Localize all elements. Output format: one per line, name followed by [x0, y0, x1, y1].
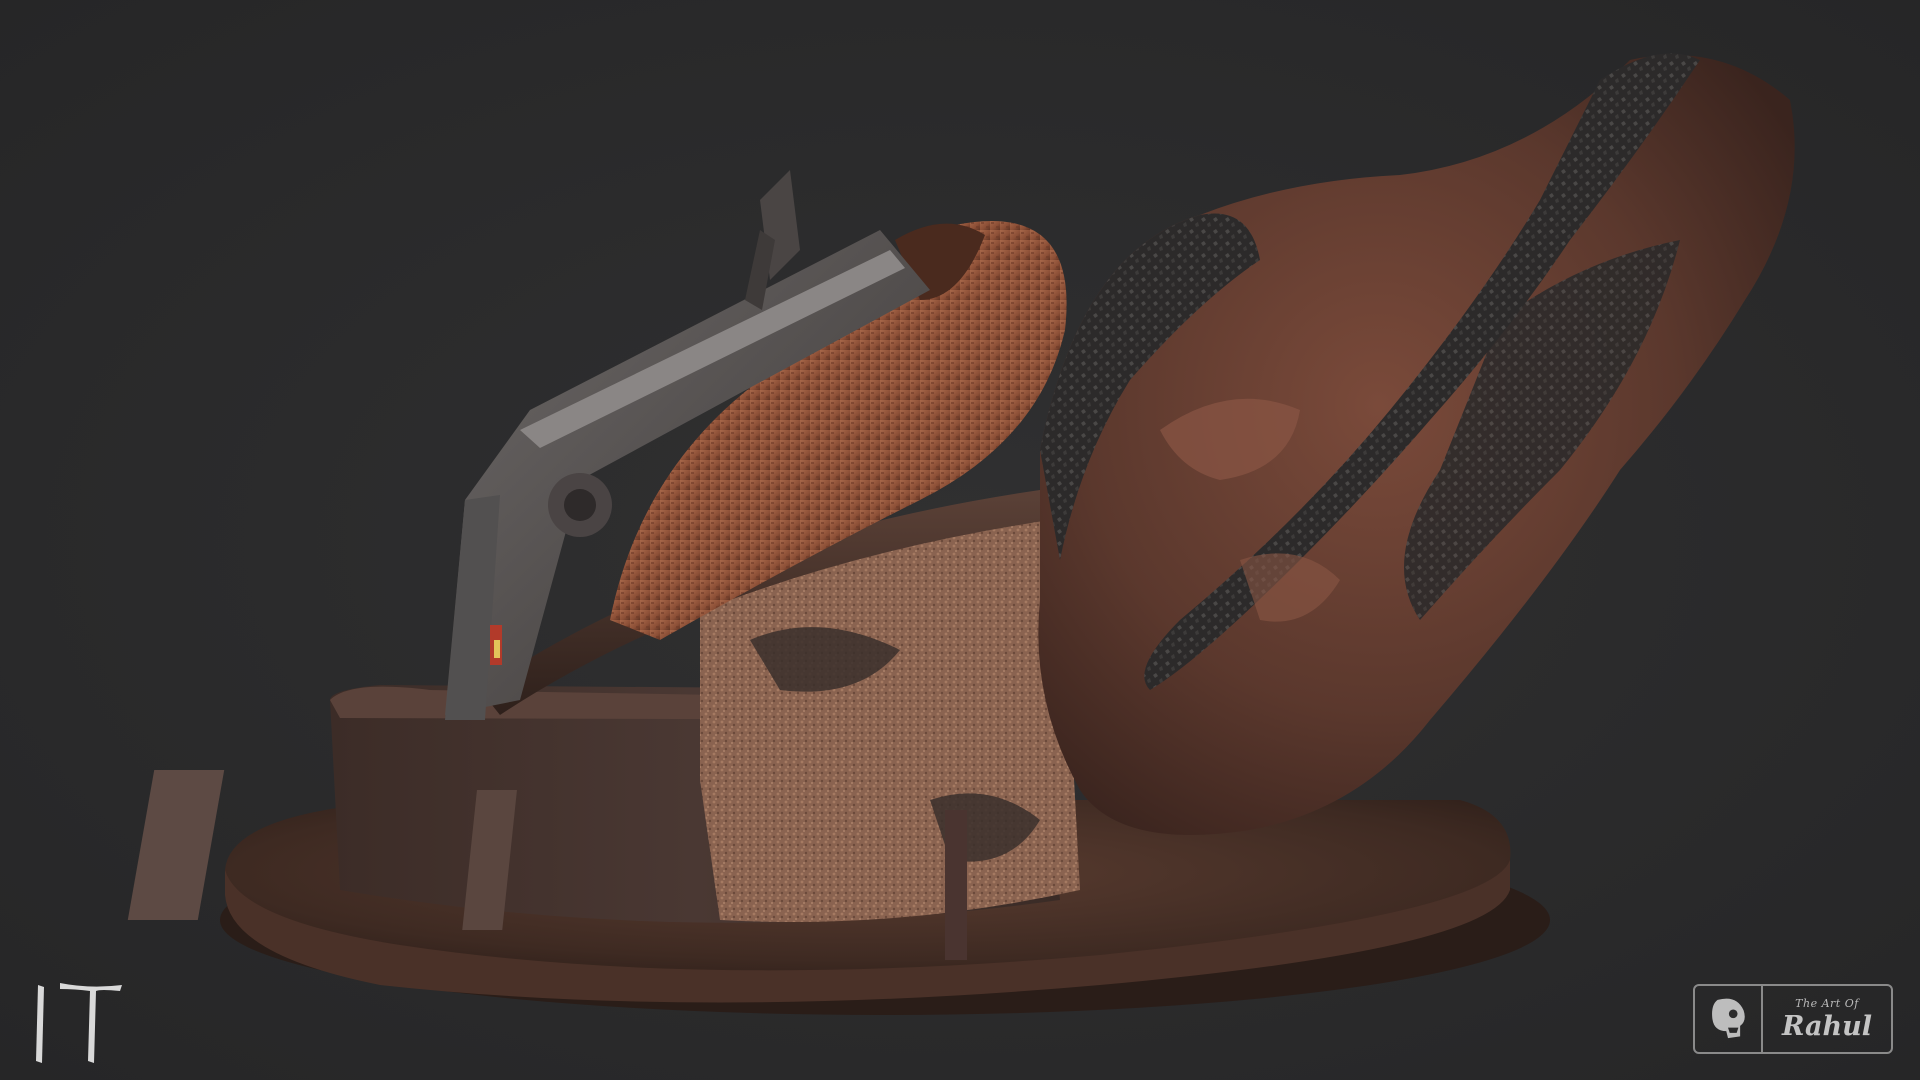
large-rock	[1038, 53, 1795, 835]
skull-profile-icon	[1695, 986, 1763, 1052]
signature-line-2: Rahul	[1781, 1011, 1873, 1042]
it-title-logo-icon	[36, 983, 122, 1063]
render-viewport: The Art Of Rahul	[0, 0, 1920, 1080]
signature-line-1: The Art Of	[1795, 997, 1859, 1010]
artist-signature-badge: The Art Of Rahul	[1693, 984, 1893, 1054]
it-title-logo	[30, 975, 130, 1065]
diorama-render	[127, 53, 1795, 1015]
